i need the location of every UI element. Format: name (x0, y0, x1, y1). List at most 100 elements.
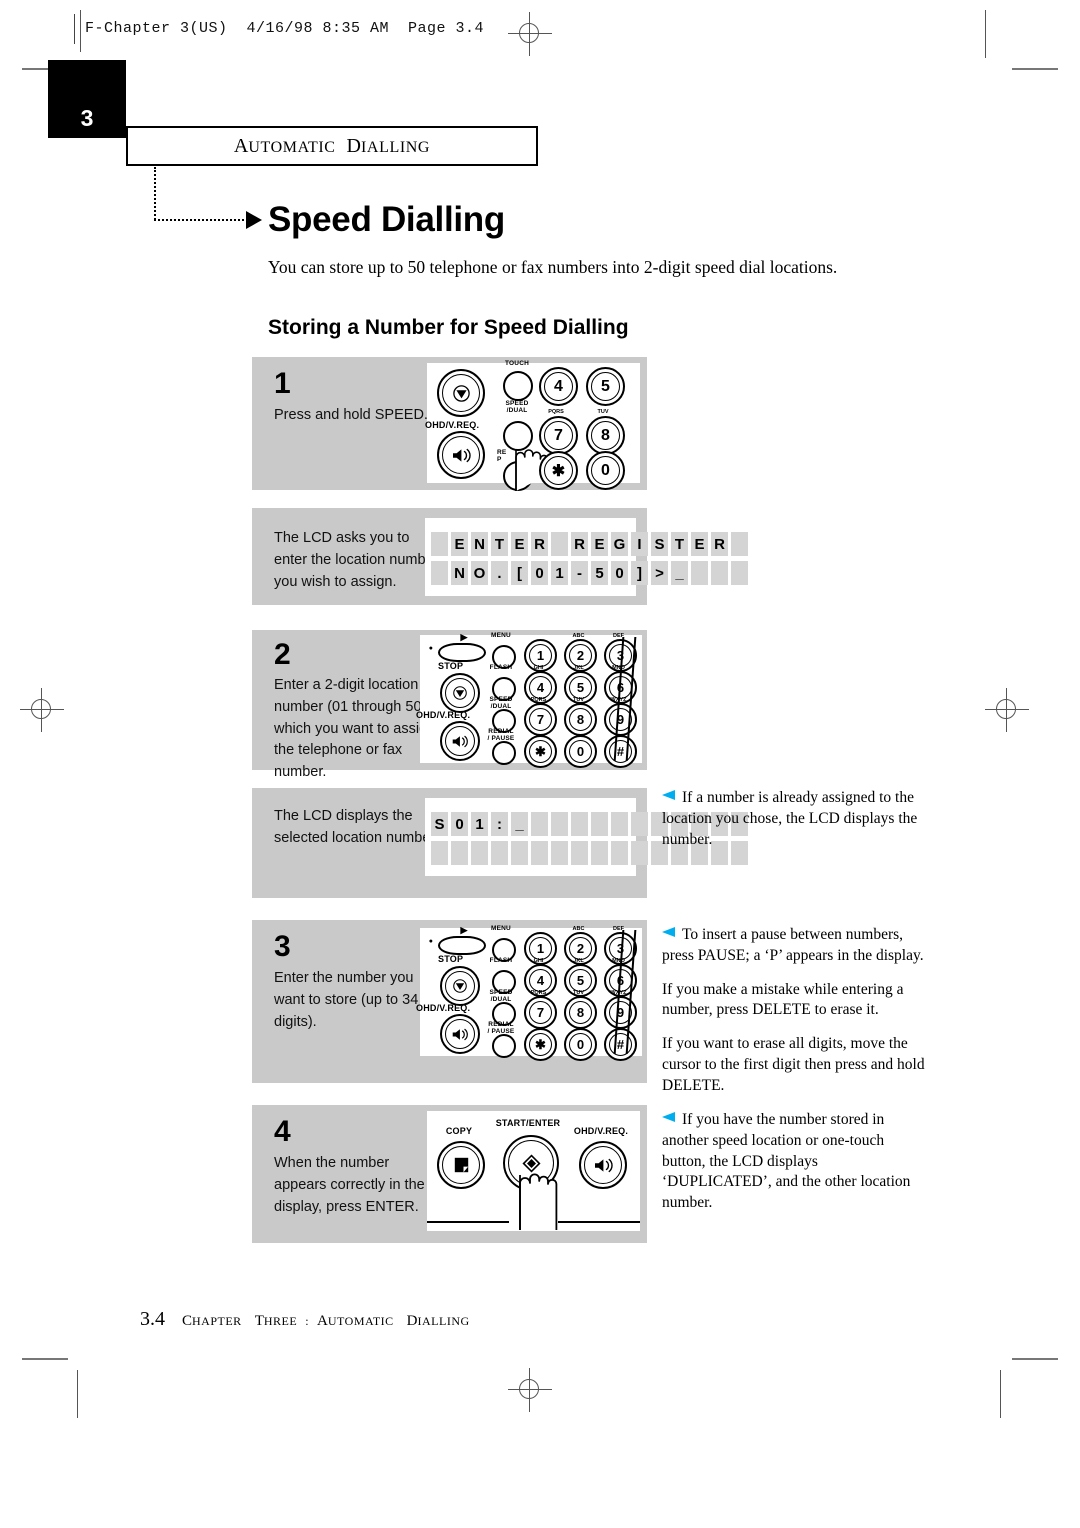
lcd-cell: R (571, 532, 588, 556)
ohd-key (579, 1141, 627, 1189)
lcd-cell: O (471, 561, 488, 585)
stop-label: STOP (438, 661, 464, 671)
lcd-cell: > (651, 561, 668, 585)
lcd-cell: ] (631, 561, 648, 585)
machine-edge-line-right (558, 1221, 640, 1223)
key-8: 8 (564, 996, 597, 1029)
touch-label: TOUCH (505, 360, 529, 367)
section-title: AUTOMATIC DIALLING (233, 134, 431, 157)
step-3-illustration: ▶ ● STOP OHD/V.REQ. MENU FLASH SPEED/DUAL REDIA… (416, 925, 642, 1061)
crop-mark-bottom-right-horizontal (1012, 1358, 1058, 1360)
crop-mark-top-right-horizontal (1012, 68, 1058, 70)
note-1: If a number is already assigned to the l… (662, 788, 927, 863)
lcd-cell (551, 532, 568, 556)
key-star: ✱ (539, 451, 578, 490)
lcd-cell: N (471, 532, 488, 556)
flash-label: FLASH (489, 664, 513, 671)
key-9: 9 (604, 703, 637, 736)
flash-label: FLASH (489, 957, 513, 964)
ohd-label: OHD/V.REQ. (425, 420, 480, 430)
chapter-tab: 3 (48, 60, 126, 138)
ohd-label: OHD/V.REQ. (573, 1126, 629, 1136)
key-9: 9 (604, 996, 637, 1029)
handset-oval (438, 936, 486, 955)
lcd-row-2: N O.[0 1-5 0] > _ (431, 561, 748, 585)
lcd-cell (511, 841, 528, 865)
ohd-key (437, 431, 485, 479)
note-group-2: To insert a pause between numbers, press… (662, 925, 927, 1109)
key-7: 7 (539, 416, 578, 455)
running-header: F-Chapter 3(US) 4/16/98 8:35 AM Page 3.4 (85, 20, 485, 37)
page-number: 3.4 (140, 1308, 165, 1330)
lcd-cell: . (491, 561, 508, 585)
step-text: When the number appears correctly in the… (274, 1155, 425, 1215)
handset-dot-icon: ● (428, 645, 434, 652)
lcd-cell (731, 532, 748, 556)
section-title-box: AUTOMATIC DIALLING (126, 126, 538, 166)
step-1-illustration: OHD/V.REQ. TOUCH SPEED/DUAL RE P PQRS TU… (425, 360, 640, 491)
lcd-cell: 0 (451, 812, 468, 836)
key-0: 0 (586, 451, 625, 490)
note-text: To insert a pause between numbers, press… (662, 926, 924, 964)
lcd-caption-1: The LCD asks you to enter the location n… (274, 530, 439, 590)
registration-mark-top (508, 12, 552, 56)
step-4-illustration: COPY START/ENTER OHD/V.REQ. (427, 1111, 640, 1231)
lcd-panel-1: The LCD asks you to enter the location n… (252, 508, 748, 605)
lcd-cell (631, 841, 648, 865)
crop-mark-top-right-vertical (985, 10, 986, 58)
crop-mark-bottom-left-vertical (77, 1370, 78, 1418)
note-text: If you want to erase all digits, move th… (662, 1035, 925, 1094)
lcd-cell: - (571, 561, 588, 585)
intro-paragraph: You can store up to 50 telephone or fax … (268, 257, 838, 277)
note-bullet-icon (662, 790, 675, 800)
lcd-cell (491, 841, 508, 865)
ohd-key (440, 1014, 480, 1054)
note-bullet-icon (662, 1112, 675, 1122)
lcd-cell: 5 (591, 561, 608, 585)
lcd-cell (431, 532, 448, 556)
lcd-cell (631, 812, 648, 836)
copy-key (437, 1141, 485, 1189)
key-✱: ✱ (524, 1028, 557, 1061)
lcd-cell (591, 812, 608, 836)
registration-mark-left (20, 688, 64, 732)
step-panel-2: 2 Enter a 2-digit location number (01 th… (252, 630, 647, 780)
footer: 3.4 CHAPTER THREE : AUTOMATIC DIALLING (140, 1308, 470, 1330)
page-title: Speed Dialling (268, 200, 505, 239)
registration-mark-bottom (508, 1368, 552, 1412)
lcd-cell: _ (511, 812, 528, 836)
key-8: 8 (586, 416, 625, 455)
key-8: 8 (564, 703, 597, 736)
key-✱: ✱ (524, 735, 557, 768)
lcd-cell: N (451, 561, 468, 585)
stop-key (437, 369, 485, 417)
step-2-illustration: ▶ ● STOP OHD/V.REQ. MENU FLASH SPEED/DUAL REDIA… (416, 632, 642, 768)
leader-line-vertical (154, 167, 156, 220)
leader-line-horizontal (154, 219, 248, 221)
lcd-cell (571, 812, 588, 836)
subheading: Storing a Number for Speed Dialling (268, 316, 629, 339)
lcd-cell: 1 (471, 812, 488, 836)
lcd-cell (551, 812, 568, 836)
step-number: 2 (274, 638, 291, 671)
lcd-cell (451, 841, 468, 865)
lcd-cell (431, 841, 448, 865)
leader-arrow-icon (246, 211, 262, 229)
lcd-screen-1: ENTER REGISTER N O.[0 1-5 0] > _ (425, 518, 748, 596)
step-number: 4 (274, 1115, 291, 1148)
header-rule (74, 14, 75, 44)
lcd-cell: S (651, 532, 668, 556)
crop-mark-top-left-vertical (80, 10, 81, 52)
lcd-cell: E (511, 532, 528, 556)
start-enter-label: START/ENTER (495, 1118, 561, 1128)
lcd-cell: E (691, 532, 708, 556)
note-bullet-icon (662, 927, 675, 937)
step-panel-1: 1 Press and hold SPEED. OHD/V.REQ. TOUCH… (252, 357, 647, 491)
key-0: 0 (564, 1028, 597, 1061)
key-#: # (604, 735, 637, 768)
key-#: # (604, 1028, 637, 1061)
handset-dot-icon: ● (428, 938, 434, 945)
stop-key (440, 966, 480, 1006)
lcd-cell: _ (671, 561, 688, 585)
lcd-cell: E (591, 532, 608, 556)
